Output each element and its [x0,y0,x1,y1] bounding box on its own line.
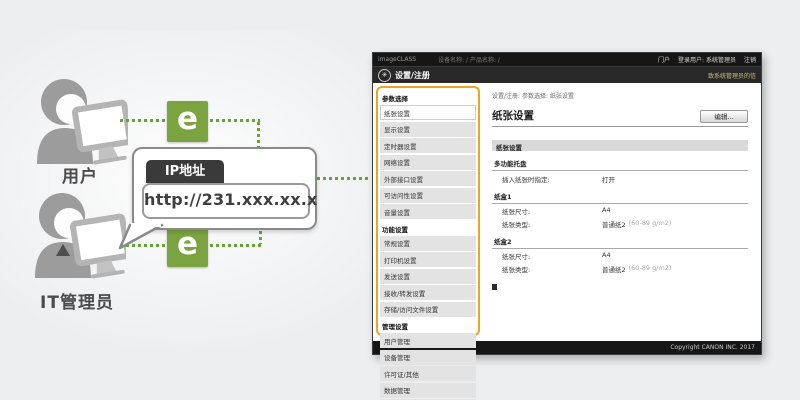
dotted-connector [257,122,260,148]
dotted-connector [210,244,262,247]
window-content: 参数选择纸张设置显示设置定时器设置网络设置外部接口设置可访问性设置音量设置功能设… [373,83,761,341]
sidebar-item[interactable]: 许可证/其他 [380,366,476,381]
illustration-canvas: 用户 IT管理员 e e IP地址 htt [0,0,800,400]
page-top-icon[interactable] [492,284,497,290]
setting-value: 普通纸2 [602,219,626,229]
sidebar-item[interactable]: 常规设置 [380,236,476,251]
setting-value: A4 [602,206,611,216]
user-label: 用户 [40,162,120,187]
app-title: 设置/注册 [395,70,430,81]
group-name: 多功能托盘 [492,158,748,171]
app-title-bar: ✳ 设置/注册 致系统管理员的信 [373,66,761,83]
gear-icon: ✳ [378,69,391,82]
setting-value: A4 [602,251,611,261]
remote-ui-window: imageCLASS 设备名称: / 产品名称: / 门户登录用户: 系统管理员… [372,52,762,355]
top-bar-links: 门户登录用户: 系统管理员注销 [658,55,756,64]
dotted-connector [210,119,260,122]
setting-label: 纸张类型: [502,264,602,274]
title-row: 纸张设置 编辑... [492,104,748,127]
setting-value: 普通纸2 [602,264,626,274]
setting-value: 打开 [602,174,615,184]
sidebar-item[interactable]: 显示设置 [380,122,476,137]
settings-groups: 多功能托盘插入纸张时指定:打开纸盒1纸张尺寸:A4纸张类型:普通纸2(60-89… [492,158,748,274]
top-bar-link[interactable]: 注销 [744,55,756,64]
ip-address-tab: IP地址 [146,160,224,183]
group-name: 纸盒2 [492,236,748,249]
settings-group: 纸盒2纸张尺寸:A4纸张类型:普通纸2(60-89 g/m2) [492,236,748,274]
main-panel: 设置/注册: 参数选择: 纸张设置 纸张设置 编辑... 纸张设置 多功能托盘插… [480,86,758,338]
dotted-connector [120,119,166,122]
person-with-computer-icon [34,190,126,280]
setting-row: 插入纸张时指定:打开 [492,171,748,184]
person-with-computer-icon [36,76,128,166]
setting-label: 插入纸张时指定: [502,174,602,184]
device-name: imageCLASS [378,56,416,63]
sidebar-item[interactable]: 用户管理 [380,333,476,348]
top-bar-link[interactable]: 门户 [658,55,670,64]
user-figure [36,76,128,170]
setting-note: (60-89 g/m2) [629,219,672,229]
settings-sidebar-highlighted: 参数选择纸张设置显示设置定时器设置网络设置外部接口设置可访问性设置音量设置功能设… [376,86,480,336]
sidebar-item[interactable]: 设备管理 [380,350,476,365]
sidebar-section-header: 参数选择 [380,90,476,105]
ip-address-url: http://231.xxx.xx.x [142,183,310,219]
setting-label: 纸张尺寸: [502,206,602,216]
window-top-bar: imageCLASS 设备名称: / 产品名称: / 门户登录用户: 系统管理员… [373,53,761,66]
admin-label: IT管理员 [22,288,132,313]
sidebar-item[interactable]: 打印机设置 [380,252,476,267]
breadcrumb[interactable]: 设置/注册: 参数选择: 纸张设置 [492,91,748,100]
settings-group: 纸盒1纸张尺寸:A4纸张类型:普通纸2(60-89 g/m2) [492,191,748,229]
sidebar-section-header: 功能设置 [380,221,476,236]
sidebar-item[interactable]: 存储/访问文件设置 [380,302,476,317]
sidebar-item[interactable]: 定时器设置 [380,138,476,153]
sidebar-item[interactable]: 数据管理 [380,383,476,398]
device-info: 设备名称: / 产品名称: / [438,55,658,64]
setting-label: 纸张尺寸: [502,251,602,261]
sidebar-item[interactable]: 发送设置 [380,269,476,284]
browser-e-icon: e [167,101,208,142]
sidebar-item[interactable]: 纸张设置 [380,105,476,120]
e-letter: e [177,229,198,260]
sidebar-item[interactable]: 接收/转发设置 [380,285,476,300]
page-title: 纸张设置 [492,110,534,122]
browser-e-icon: e [167,226,208,267]
sidebar-item[interactable]: 网络设置 [380,155,476,170]
mail-to-admin-link[interactable]: 致系统管理员的信 [708,71,756,80]
sidebar-item[interactable]: 音量设置 [380,204,476,219]
ip-address-bubble: IP地址 http://231.xxx.xx.x [132,147,317,230]
edit-button[interactable]: 编辑... [700,110,748,123]
e-letter: e [177,104,198,135]
dotted-connector [317,177,370,180]
group-name: 纸盒1 [492,191,748,204]
setting-row: 纸张尺寸:A4 [492,204,748,217]
bubble-tail [118,223,166,251]
top-bar-link[interactable]: 登录用户: 系统管理员 [678,55,736,64]
section-header: 纸张设置 [492,140,748,151]
sidebar-item[interactable]: 外部接口设置 [380,171,476,186]
setting-row: 纸张类型:普通纸2(60-89 g/m2) [492,216,748,229]
admin-figure [34,190,126,284]
setting-note: (60-89 g/m2) [629,264,672,274]
setting-label: 纸张类型: [502,219,602,229]
setting-row: 纸张尺寸:A4 [492,249,748,262]
setting-row: 纸张类型:普通纸2(60-89 g/m2) [492,261,748,274]
sidebar-section-header: 管理设置 [380,318,476,333]
sidebar-item[interactable]: 可访问性设置 [380,188,476,203]
settings-group: 多功能托盘插入纸张时指定:打开 [492,158,748,184]
